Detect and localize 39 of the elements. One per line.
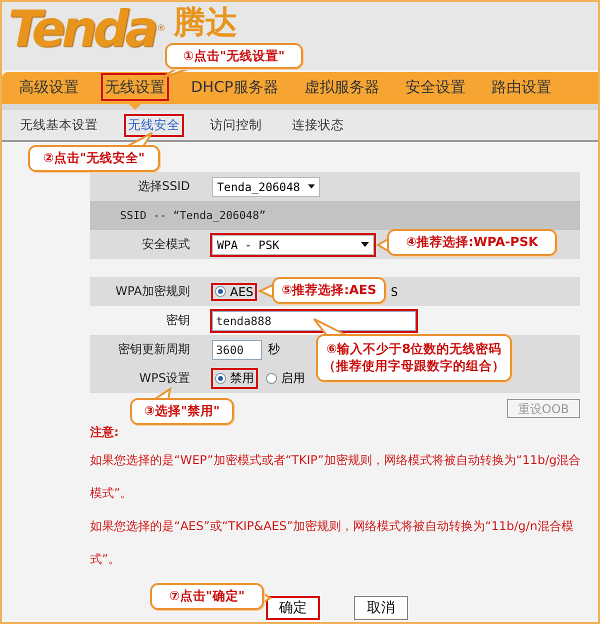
pointer-icon: [129, 104, 141, 110]
brand-logo: Tenda: [8, 2, 155, 57]
nav-tab[interactable]: DHCP服务器: [189, 72, 280, 110]
form-button[interactable]: 确定: [266, 596, 320, 620]
field-label: 密钥更新周期: [117, 341, 190, 358]
subnav-tab[interactable]: 访问控制: [208, 116, 264, 134]
nav-tab[interactable]: 安全设置: [403, 72, 468, 110]
subnav-tab[interactable]: 连接状态: [290, 116, 346, 134]
notice-text: 如果您选择的是“WEP”加密模式或者“TKIP”加密规则，网络模式将被自动转换为“11b/g混合模式”。: [90, 452, 582, 502]
option-label[interactable]: 启用: [281, 370, 305, 387]
caret-icon: [361, 242, 369, 247]
notice-text: 如果您选择的是“AES”或“TKIP&AES”加密规则，网络模式将被自动转换为“11b/g/n混合模式”。: [90, 518, 574, 568]
dropdown[interactable]: WPA - PSK: [212, 234, 374, 254]
field-label: 密钥: [165, 312, 190, 329]
form-button[interactable]: 取消: [354, 596, 408, 620]
caret-icon: [308, 184, 315, 189]
option-label[interactable]: 禁用: [230, 370, 254, 387]
input-field[interactable]: 3600: [212, 340, 262, 360]
registered-mark: ®: [156, 24, 166, 34]
notice-title: 注意:: [90, 424, 120, 441]
subnav-tab[interactable]: 无线基本设置: [18, 116, 100, 134]
nav-tab[interactable]: 高级设置: [17, 72, 81, 110]
field-label: WPS设置: [138, 370, 190, 387]
unit-label: 秒: [268, 341, 280, 358]
field-label: 选择SSID: [136, 178, 190, 195]
field-label: WPA加密规则: [114, 283, 190, 300]
radio-button[interactable]: [266, 373, 277, 384]
radio-button[interactable]: [215, 286, 226, 297]
option-label: S: [390, 284, 398, 298]
brand-name: 腾达: [174, 6, 238, 38]
option-label[interactable]: AES: [230, 284, 254, 298]
nav-tab[interactable]: 路由设置: [489, 72, 554, 110]
ssid-info: SSID -- “Tenda_206048”: [120, 209, 267, 222]
dropdown[interactable]: Tenda_206048: [212, 176, 320, 196]
nav-tab[interactable]: 无线设置: [103, 72, 167, 110]
radio-button[interactable]: [215, 373, 226, 384]
subnav-tab[interactable]: 无线安全: [126, 116, 182, 134]
nav-tab[interactable]: 虚拟服务器: [302, 72, 382, 110]
field-label: 安全模式: [141, 236, 190, 253]
